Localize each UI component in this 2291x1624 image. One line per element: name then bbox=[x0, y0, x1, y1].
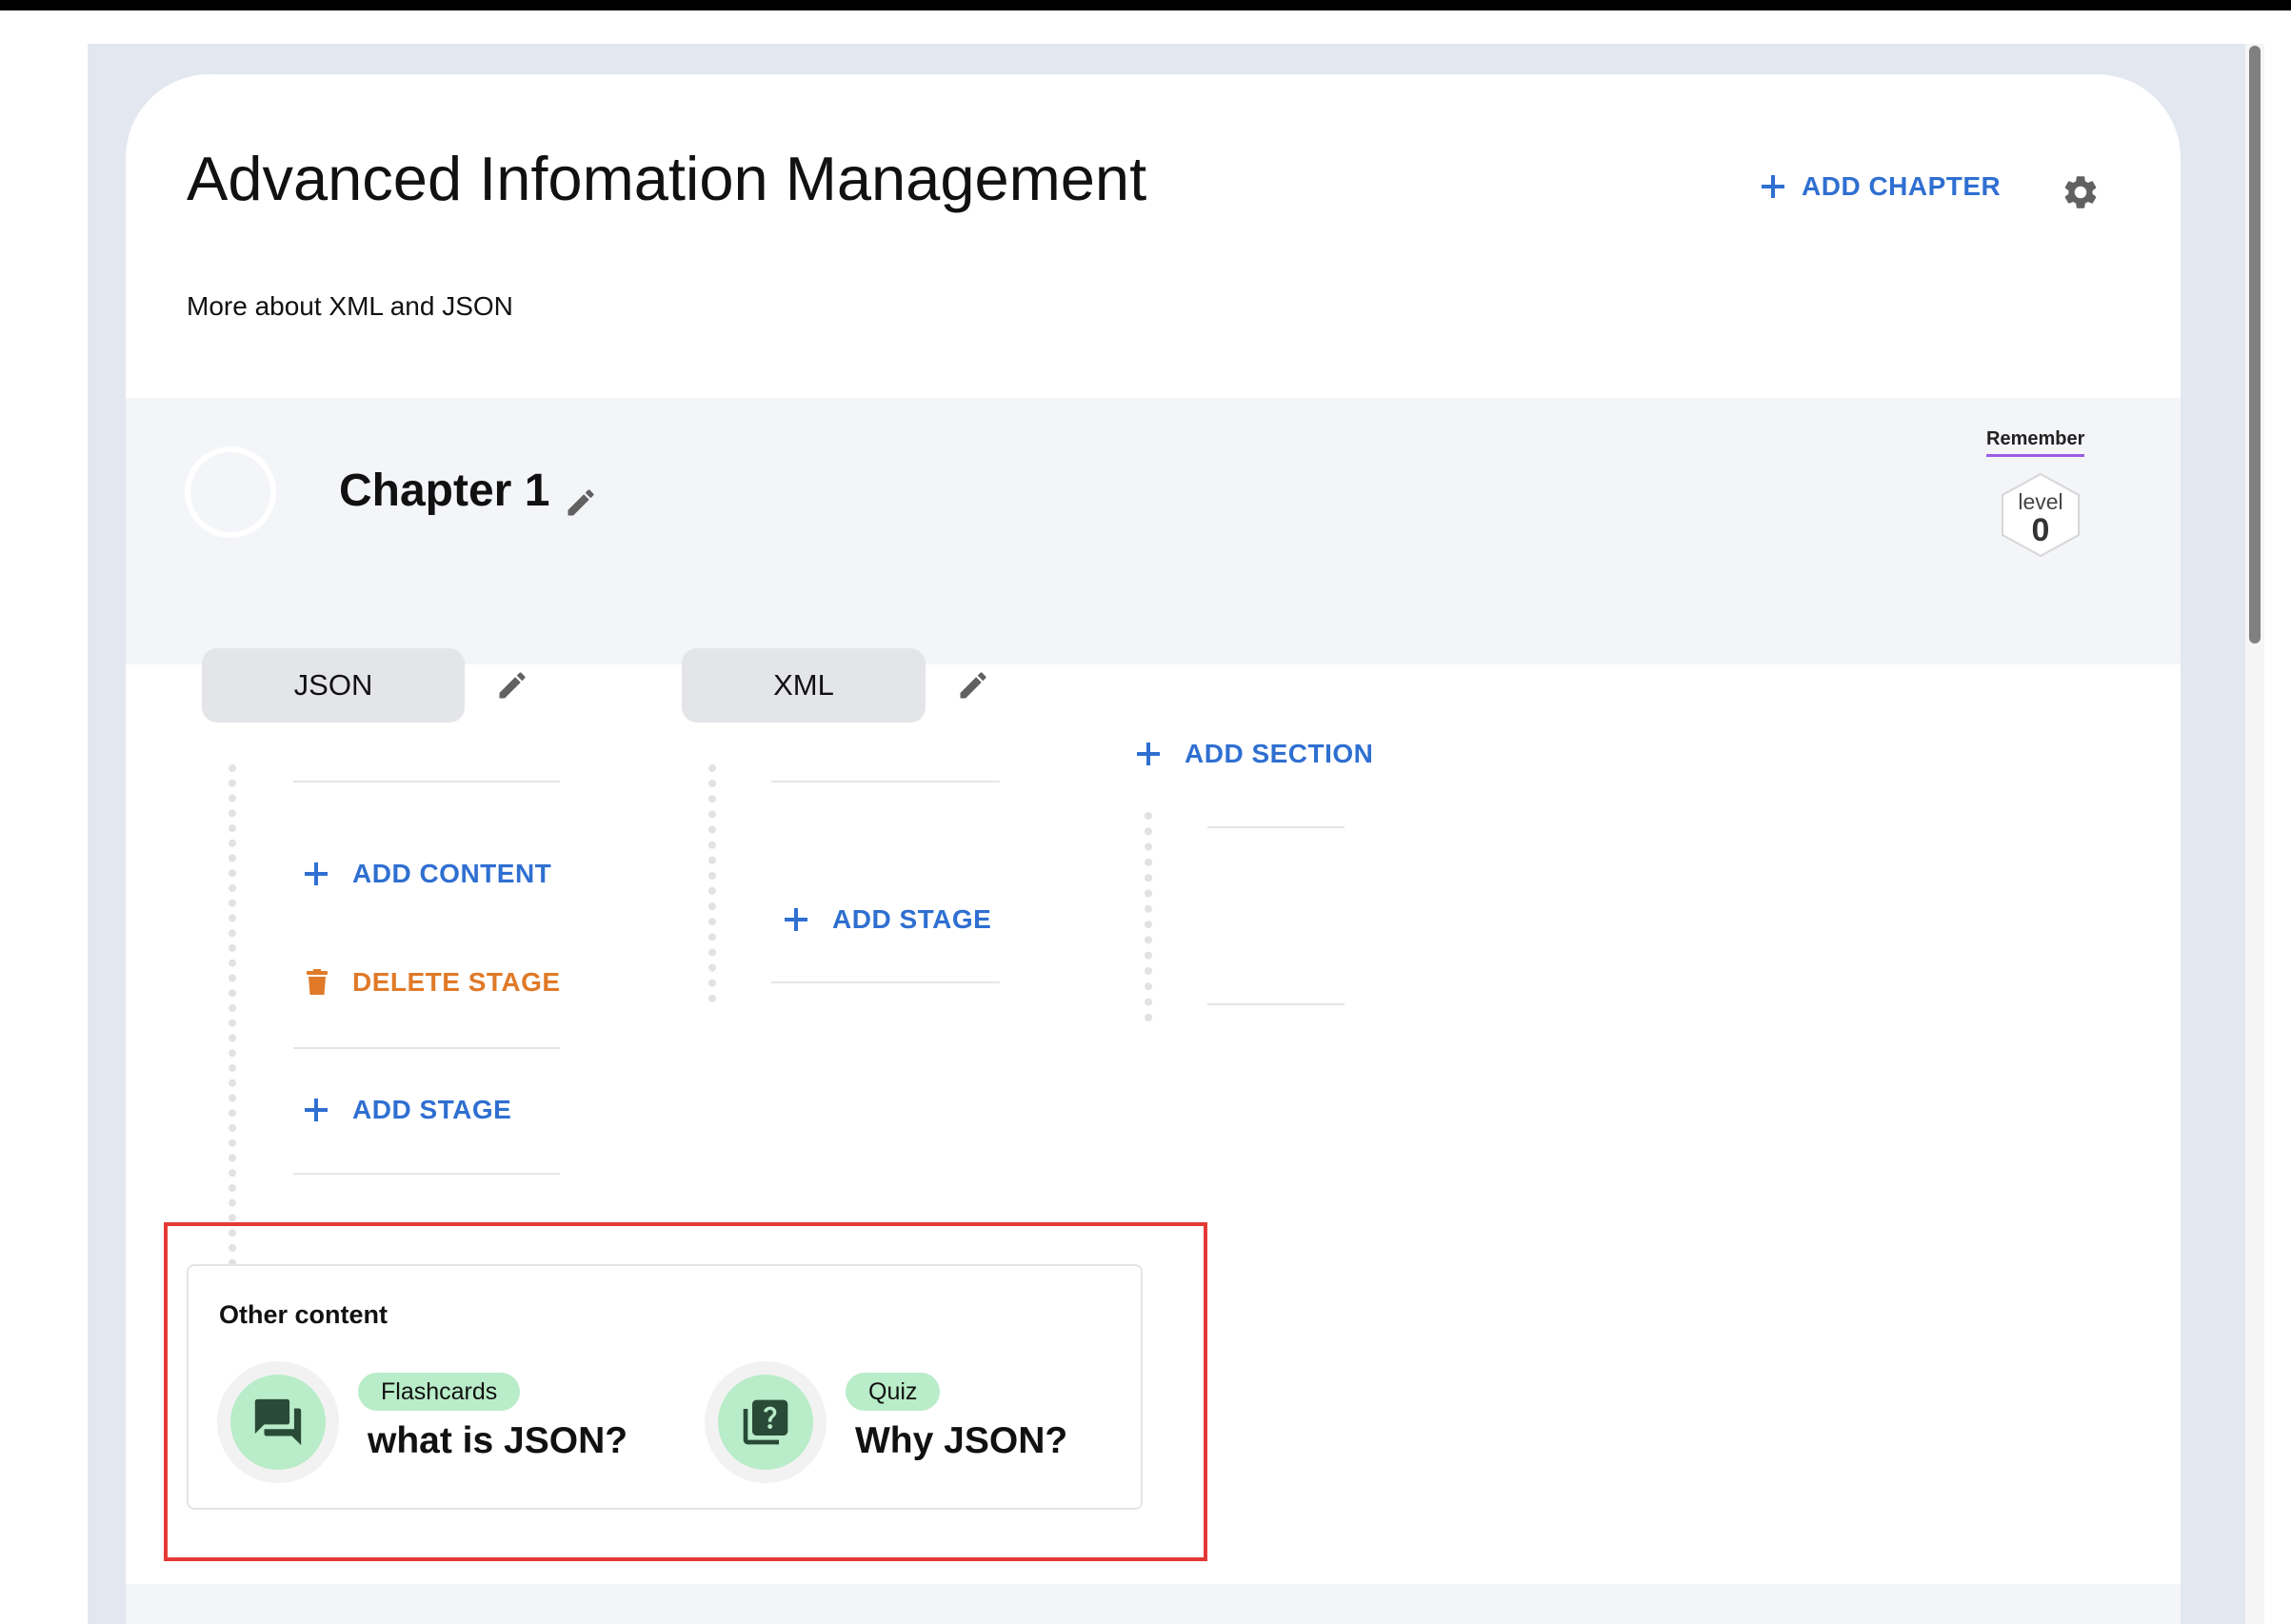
trash-icon bbox=[307, 969, 328, 995]
divider bbox=[771, 781, 1000, 782]
add-stage-button[interactable]: ADD STAGE bbox=[305, 1095, 511, 1125]
chat-bubbles-icon bbox=[230, 1375, 326, 1470]
content-icon-ring bbox=[705, 1361, 827, 1483]
bloom-level-badge: Remember bbox=[1986, 428, 2085, 457]
window-top-bar bbox=[0, 0, 2291, 10]
section-xml-timeline bbox=[708, 764, 716, 1002]
course-title: Advanced Infomation Management bbox=[187, 144, 1147, 213]
delete-stage-label: DELETE STAGE bbox=[352, 967, 561, 997]
edit-section-json-icon[interactable] bbox=[495, 668, 529, 703]
edit-section-xml-icon[interactable] bbox=[956, 668, 990, 703]
section-xml-tab[interactable]: XML bbox=[682, 648, 926, 723]
add-stage-xml-label: ADD STAGE bbox=[832, 904, 992, 934]
divider bbox=[771, 981, 1000, 983]
add-chapter-label: ADD CHAPTER bbox=[1802, 171, 2002, 201]
section-json-tab[interactable]: JSON bbox=[202, 648, 465, 723]
content-item-flashcards[interactable]: Flashcards what is JSON? bbox=[217, 1361, 655, 1485]
other-content-title: Other content bbox=[219, 1300, 388, 1329]
divider bbox=[1207, 826, 1345, 828]
add-section-button[interactable]: ADD SECTION bbox=[1137, 739, 1373, 769]
divider bbox=[1207, 1003, 1345, 1005]
level-value: 0 bbox=[2031, 512, 2050, 548]
chapter-header: Chapter 1 Remember level 0 bbox=[126, 398, 2181, 664]
plus-icon bbox=[1762, 175, 1784, 198]
edit-chapter-icon[interactable] bbox=[564, 485, 598, 520]
divider bbox=[293, 781, 560, 782]
add-chapter-button[interactable]: ADD CHAPTER bbox=[1762, 171, 2001, 202]
add-stage-label: ADD STAGE bbox=[352, 1095, 512, 1124]
course-description: More about XML and JSON bbox=[187, 291, 513, 321]
plus-icon bbox=[1137, 743, 1160, 765]
content-name: what is JSON? bbox=[368, 1420, 628, 1461]
add-stage-xml-button[interactable]: ADD STAGE bbox=[785, 904, 991, 935]
plus-icon bbox=[785, 908, 807, 931]
chapter-title: Chapter 1 bbox=[339, 465, 550, 516]
add-content-button[interactable]: ADD CONTENT bbox=[305, 859, 551, 889]
chapter-progress-circle bbox=[185, 446, 276, 538]
divider bbox=[293, 1173, 560, 1175]
quiz-icon bbox=[718, 1375, 813, 1470]
course-card: Advanced Infomation Management More abou… bbox=[126, 74, 2181, 1624]
level-label: level bbox=[2018, 489, 2063, 514]
content-icon-ring bbox=[217, 1361, 339, 1483]
content-item-quiz[interactable]: Quiz Why JSON? bbox=[705, 1361, 1124, 1485]
content-type-badge: Flashcards bbox=[358, 1373, 521, 1411]
plus-icon bbox=[305, 1099, 328, 1121]
content-type-badge: Quiz bbox=[846, 1373, 941, 1411]
gear-icon[interactable] bbox=[2061, 172, 2101, 212]
scrollbar-thumb[interactable] bbox=[2249, 46, 2261, 644]
next-chapter-band bbox=[126, 1584, 2181, 1624]
section-json-timeline bbox=[229, 764, 236, 1267]
add-section-label: ADD SECTION bbox=[1185, 739, 1374, 768]
content-name: Why JSON? bbox=[855, 1420, 1068, 1461]
divider bbox=[293, 1047, 560, 1049]
add-content-label: ADD CONTENT bbox=[352, 859, 552, 888]
new-section-timeline bbox=[1145, 812, 1152, 1021]
plus-icon bbox=[305, 862, 328, 885]
delete-stage-button[interactable]: DELETE STAGE bbox=[307, 967, 561, 998]
other-content-panel: Other content Flashcards what is JSON? Q… bbox=[187, 1264, 1143, 1510]
